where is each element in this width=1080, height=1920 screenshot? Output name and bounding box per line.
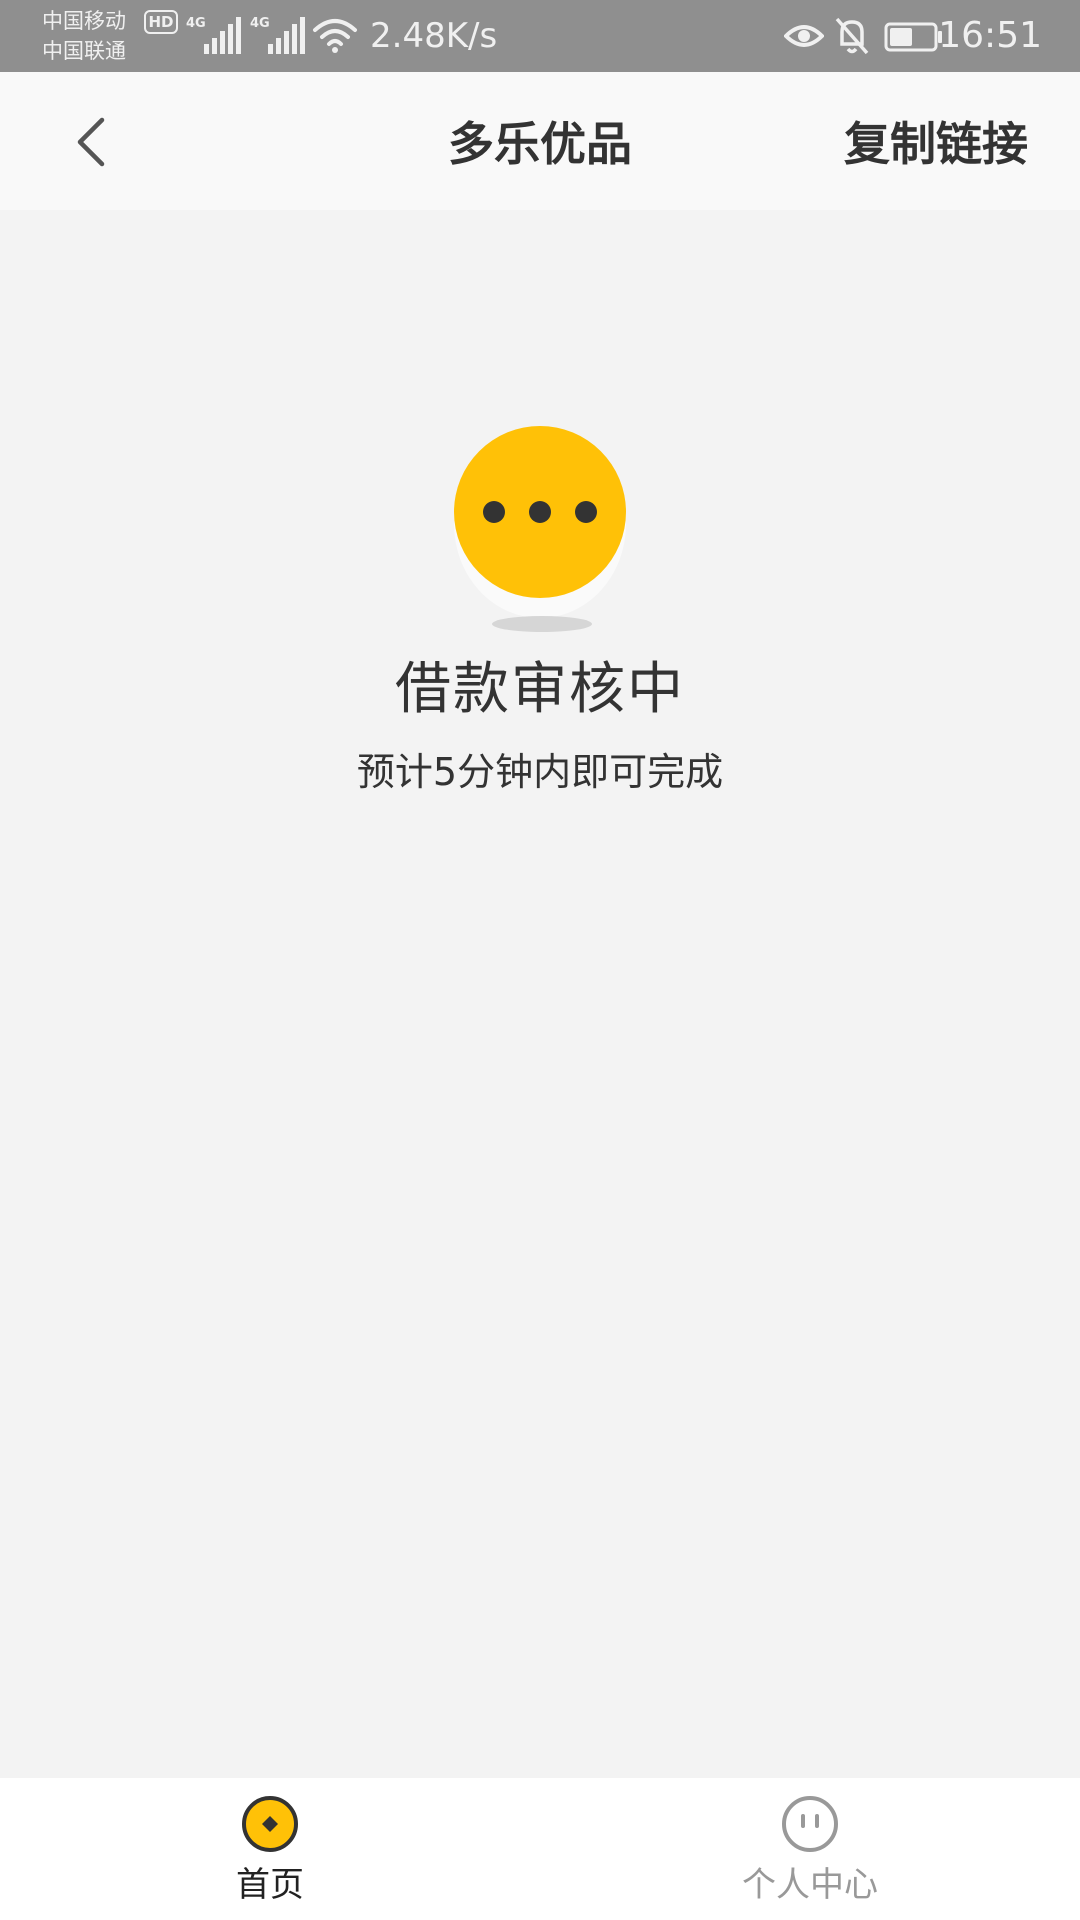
tab-home[interactable]: 首页 <box>0 1778 540 1920</box>
status-bar: 中国移动 中国联通 HD 4G 4G 2.48K/s 16:51 <box>0 0 1080 72</box>
chevron-left-icon <box>77 117 105 167</box>
pending-dots-icon <box>454 426 626 632</box>
tab-home-label: 首页 <box>236 1865 304 1905</box>
status-title: 借款审核中 <box>395 657 685 722</box>
clock: 16:51 <box>938 15 1042 56</box>
pending-illustration <box>440 420 640 640</box>
hd-badge: HD <box>144 10 178 34</box>
nav-bar: 多乐优品 复制链接 <box>0 72 1080 210</box>
tab-profile[interactable]: 个人中心 <box>540 1778 1080 1920</box>
page-title: 多乐优品 <box>448 117 632 171</box>
battery-icon <box>884 22 942 52</box>
eye-icon <box>784 25 824 47</box>
bell-off-icon <box>835 17 869 55</box>
signal-1-tag: 4G <box>186 16 206 31</box>
tab-profile-label: 个人中心 <box>742 1865 878 1905</box>
home-coin-icon <box>242 1796 298 1852</box>
network-speed: 2.48K/s <box>370 16 498 56</box>
carrier-2: 中国联通 <box>42 39 126 63</box>
signal-bars-icon <box>204 17 241 54</box>
tab-bar: 首页 个人中心 <box>0 1778 1080 1920</box>
signal-bars-icon <box>268 17 305 54</box>
carrier-1: 中国移动 <box>42 9 126 33</box>
signal-2-tag: 4G <box>250 16 270 31</box>
copy-link-button[interactable]: 复制链接 <box>844 116 1028 172</box>
back-button[interactable] <box>66 112 126 172</box>
carrier-info: 中国移动 中国联通 <box>42 6 126 66</box>
status-subtitle: 预计5分钟内即可完成 <box>356 750 724 794</box>
wifi-icon <box>313 19 357 53</box>
profile-face-icon <box>782 1796 838 1852</box>
